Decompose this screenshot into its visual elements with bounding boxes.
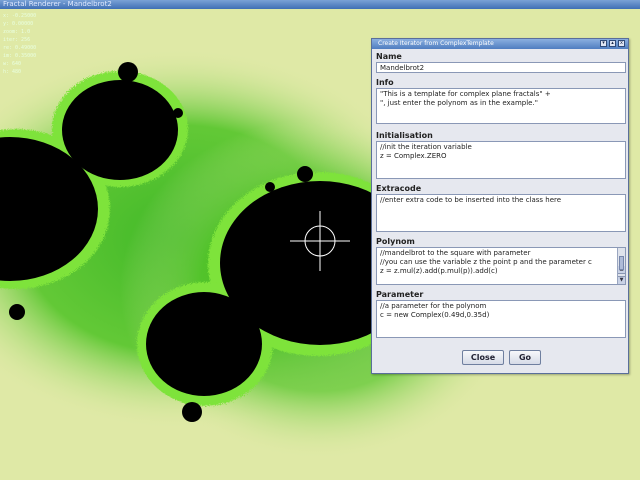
readout-line: y: 0.00000 <box>3 21 34 27</box>
extracode-label: Extracode <box>376 184 422 193</box>
create-iterator-dialog: Create Iterator from ComplexTemplate ▾ ▴… <box>371 38 629 374</box>
mandelbrot-bud <box>182 402 202 422</box>
maximize-button[interactable]: ▴ <box>609 40 616 47</box>
readout-line: zoom: 1.0 <box>3 29 31 35</box>
mandelbrot-bud <box>173 108 183 118</box>
initialisation-textarea[interactable]: //init the iteration variable z = Comple… <box>376 141 626 179</box>
mandelbrot-bulb <box>146 292 262 396</box>
readout-line: iter: 256 <box>3 37 31 43</box>
name-section: Name Mandelbrot2 <box>376 52 626 73</box>
polynom-line: //you can use the variable z the point p… <box>380 258 592 266</box>
main-window-title: Fractal Renderer - Mandelbrot2 <box>3 0 112 8</box>
extracode-section: Extracode //enter extra code to be inser… <box>376 184 626 232</box>
parameter-section: Parameter //a parameter for the polynom … <box>376 290 626 338</box>
parameter-textarea[interactable]: //a parameter for the polynom c = new Co… <box>376 300 626 338</box>
info-textarea[interactable]: "This is a template for complex plane fr… <box>376 88 626 124</box>
parameter-label: Parameter <box>376 290 424 299</box>
extra-line: //enter extra code to be inserted into t… <box>380 196 562 204</box>
polynom-section: Polynom //mandelbrot to the square with … <box>376 237 626 285</box>
mandelbrot-bud <box>297 166 313 182</box>
readout-line: im: 0.35000 <box>3 53 37 59</box>
info-line: ", just enter the polynom as in the exam… <box>380 99 538 107</box>
main-window-titlebar[interactable]: Fractal Renderer - Mandelbrot2 <box>0 0 640 9</box>
readout-line: h: 480 <box>3 69 22 75</box>
mandelbrot-bud <box>9 304 25 320</box>
go-button[interactable]: Go <box>509 350 541 365</box>
param-line: //a parameter for the polynom <box>380 302 487 310</box>
polynom-label: Polynom <box>376 237 415 246</box>
mandelbrot-bud <box>118 62 138 82</box>
mandelbrot-bud <box>265 182 275 192</box>
polynom-textarea[interactable]: //mandelbrot to the square with paramete… <box>376 247 626 285</box>
extracode-textarea[interactable]: //enter extra code to be inserted into t… <box>376 194 626 232</box>
initialisation-label: Initialisation <box>376 131 433 140</box>
param-line: c = new Complex(0.49d,0.35d) <box>380 311 490 319</box>
readout-line: w: 640 <box>3 61 22 67</box>
name-label: Name <box>376 52 402 61</box>
polynom-scrollbar[interactable]: ▲ ▼ <box>617 248 625 284</box>
dialog-titlebar[interactable]: Create Iterator from ComplexTemplate ▾ ▴… <box>372 39 628 49</box>
coordinate-readout: x: -0.25000 y: 0.00000 zoom: 1.0 iter: 2… <box>3 12 36 76</box>
initialisation-section: Initialisation //init the iteration vari… <box>376 131 626 179</box>
close-button[interactable]: Close <box>462 350 504 365</box>
polynom-line: z = z.mul(z).add(p.mul(p)).add(c) <box>380 267 498 275</box>
readout-line: re: 0.49000 <box>3 45 37 51</box>
info-section: Info "This is a template for complex pla… <box>376 78 626 124</box>
polynom-line: //mandelbrot to the square with paramete… <box>380 249 531 257</box>
name-input[interactable]: Mandelbrot2 <box>376 62 626 73</box>
init-line: z = Complex.ZERO <box>380 152 447 160</box>
minimize-button[interactable]: ▾ <box>600 40 607 47</box>
info-label: Info <box>376 78 394 87</box>
name-value: Mandelbrot2 <box>380 64 425 72</box>
info-line: "This is a template for complex plane fr… <box>380 90 551 98</box>
scroll-down-icon[interactable]: ▼ <box>618 276 625 284</box>
dialog-title: Create Iterator from ComplexTemplate <box>378 40 494 47</box>
close-window-button[interactable]: x <box>618 40 625 47</box>
scroll-thumb[interactable] <box>619 256 624 270</box>
init-line: //init the iteration variable <box>380 143 472 151</box>
readout-line: x: -0.25000 <box>3 13 37 19</box>
